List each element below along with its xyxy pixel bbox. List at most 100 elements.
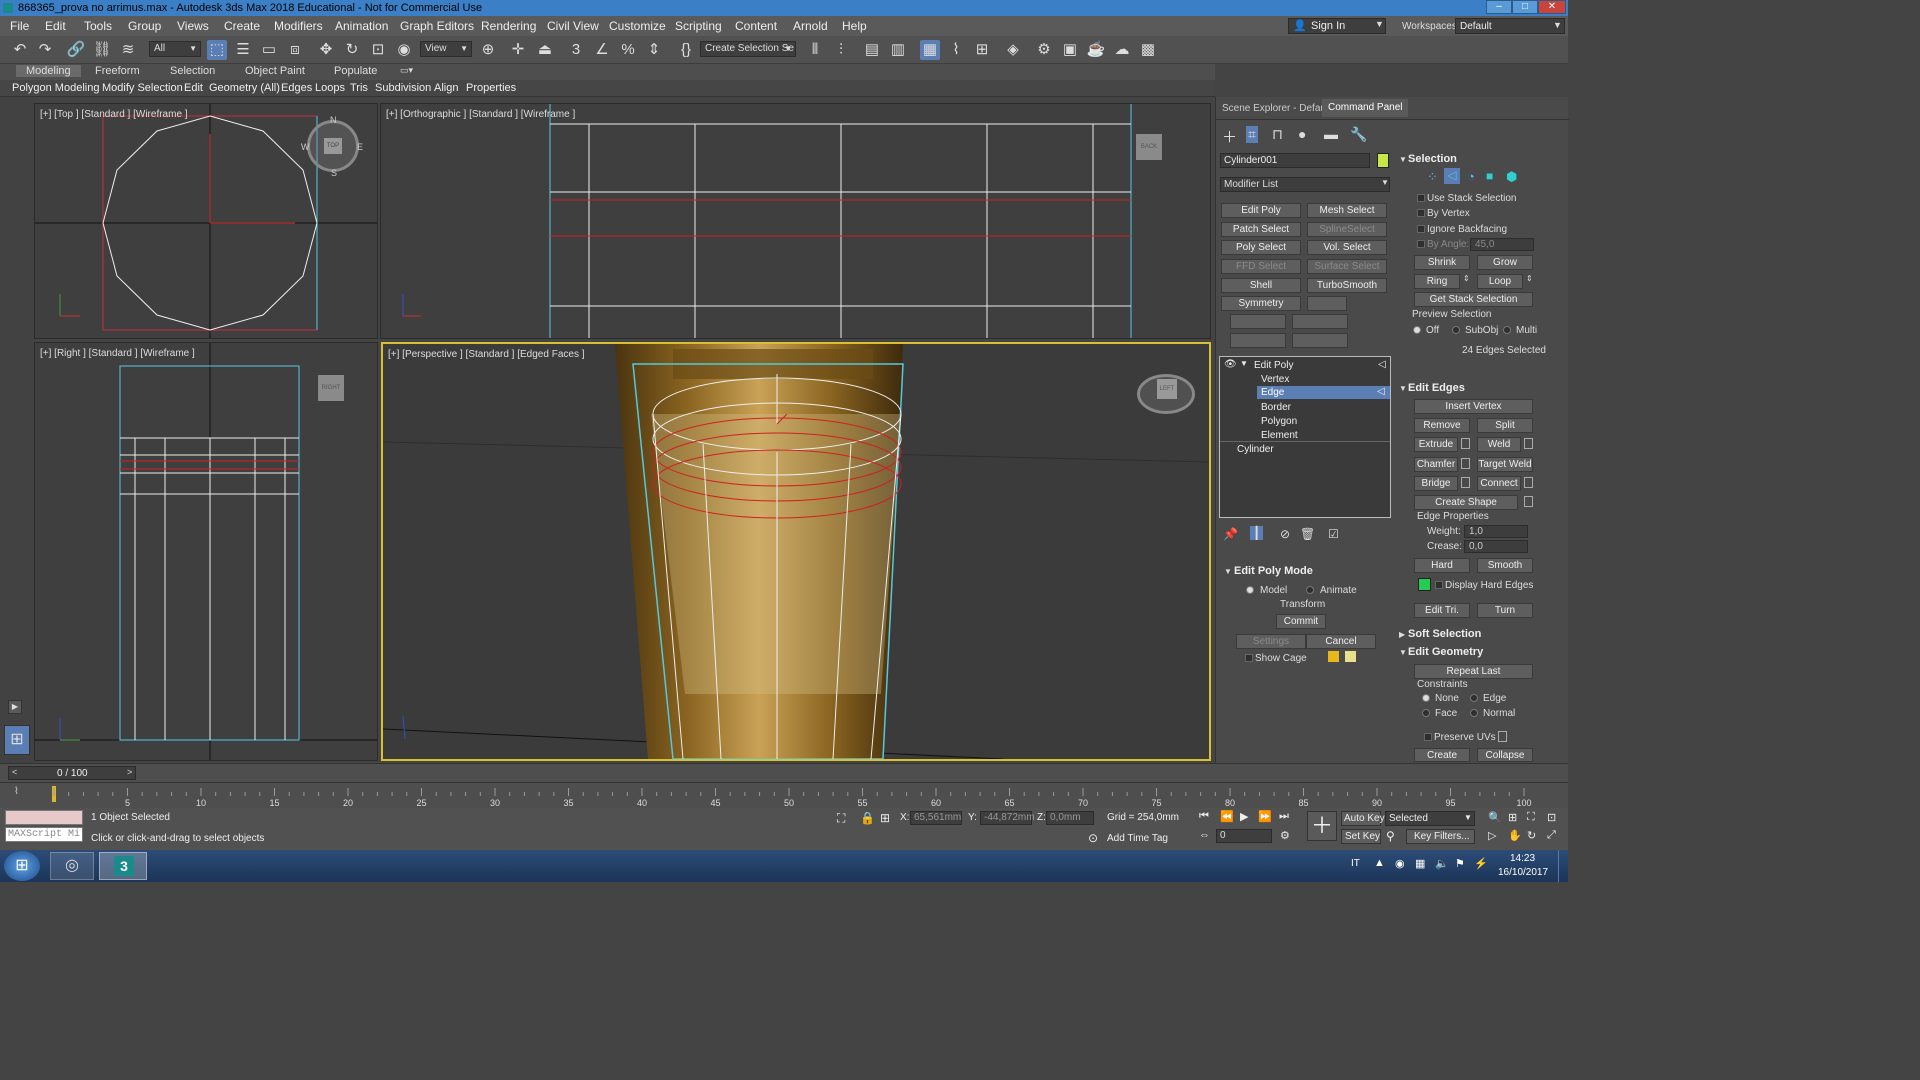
chamfer-button[interactable]: Chamfer: [1414, 457, 1458, 472]
field-of-view-icon[interactable]: ▷: [1488, 829, 1496, 842]
percent-snap-icon[interactable]: %: [618, 40, 638, 60]
edit-geometry-title[interactable]: Edit Geometry: [1408, 646, 1483, 658]
tab-populate[interactable]: Populate: [334, 65, 377, 77]
viewport-orthographic[interactable]: [+] [Orthographic ] [Standard ] [Wirefra…: [380, 103, 1211, 339]
pivot-center-icon[interactable]: ⊕: [478, 40, 498, 60]
turbosmooth-button[interactable]: TurboSmooth: [1307, 278, 1387, 293]
stack-vertex[interactable]: Vertex: [1261, 374, 1289, 385]
chrome-taskbar-icon[interactable]: ◎: [50, 852, 94, 880]
mode-model-radio[interactable]: [1246, 586, 1254, 594]
schematic-view-icon[interactable]: ⊞: [972, 40, 992, 60]
edit-poly-button[interactable]: Edit Poly: [1221, 203, 1301, 218]
create-tab-icon[interactable]: ＋: [1222, 126, 1237, 147]
extrude-button[interactable]: Extrude: [1414, 437, 1458, 452]
viewcube-back-face[interactable]: BACK: [1136, 134, 1162, 160]
cancel-button[interactable]: Cancel: [1306, 634, 1376, 649]
bridge-settings-icon[interactable]: [1461, 477, 1470, 488]
rendered-frame-icon[interactable]: ▣: [1060, 40, 1080, 60]
loop-spinner-icon[interactable]: ⇕: [1526, 274, 1533, 283]
motion-tab-icon[interactable]: ●: [1298, 126, 1306, 142]
edge-mode-icon[interactable]: ◁: [1444, 168, 1460, 184]
select-object-icon[interactable]: ⬚: [207, 40, 227, 60]
scale-icon[interactable]: ⊡: [368, 40, 388, 60]
menu-animation[interactable]: Animation: [335, 19, 388, 33]
tray-flag-icon[interactable]: ⚑: [1455, 857, 1465, 870]
key-mode-icon[interactable]: ⇔: [1199, 829, 1210, 841]
spline-select-button[interactable]: SplineSelect: [1307, 222, 1387, 237]
soft-selection-title[interactable]: Soft Selection: [1408, 628, 1481, 640]
modifier-list-dropdown[interactable]: Modifier List ▼: [1220, 177, 1390, 192]
material-editor-icon[interactable]: ◈: [1003, 40, 1023, 60]
x-coordinate[interactable]: 65,561mm: [910, 811, 962, 825]
chevron-right-icon[interactable]: >: [127, 767, 132, 777]
preserve-uvs-checkbox[interactable]: [1424, 733, 1432, 741]
preserve-uvs-settings-icon[interactable]: [1498, 731, 1507, 742]
create-shape-button[interactable]: Create Shape: [1414, 495, 1518, 510]
zoom-extents-icon[interactable]: ⛶: [1527, 811, 1535, 824]
rect-selection-icon[interactable]: ▭: [259, 40, 279, 60]
constraint-none-radio[interactable]: [1422, 694, 1430, 702]
polygon-mode-icon[interactable]: ■: [1486, 169, 1493, 183]
stack-element[interactable]: Element: [1261, 430, 1298, 441]
link-icon[interactable]: 🔗: [66, 40, 86, 60]
viewcube-top[interactable]: TOP: [307, 120, 359, 172]
empty-modifier-button[interactable]: [1307, 296, 1347, 311]
pan-icon[interactable]: ✋: [1508, 829, 1522, 842]
key-mode-toggle-icon[interactable]: ⚲: [1386, 829, 1395, 843]
stack-edge[interactable]: Edge: [1261, 387, 1284, 398]
preview-subobj-radio[interactable]: [1452, 326, 1460, 334]
edit-named-sets-icon[interactable]: {}: [676, 40, 696, 60]
set-key-button[interactable]: Set Key: [1341, 829, 1381, 844]
redo-icon[interactable]: ↷: [35, 40, 55, 60]
use-stack-checkbox[interactable]: [1417, 194, 1425, 202]
cage-selected-color-swatch[interactable]: [1345, 651, 1356, 662]
align-icon[interactable]: ⫶: [831, 40, 851, 60]
undo-icon[interactable]: ↶: [10, 40, 30, 60]
rollout-expand-icon[interactable]: ▼: [1399, 384, 1407, 393]
window-crossing-icon[interactable]: ⧈: [285, 40, 305, 60]
empty-modifier-button[interactable]: [1230, 333, 1286, 348]
viewport-right-label[interactable]: [+] [Right ] [Standard ] [Wireframe ]: [40, 348, 195, 359]
stack-border[interactable]: Border: [1261, 402, 1291, 413]
ribbon-polygon-modeling[interactable]: Polygon Modeling: [12, 82, 99, 94]
select-manipulate-icon[interactable]: ✛: [508, 40, 528, 60]
place-icon[interactable]: ◉: [394, 40, 414, 60]
remove-modifier-icon[interactable]: 🗑: [1300, 527, 1315, 541]
edit-poly-mode-title[interactable]: Edit Poly Mode: [1234, 565, 1313, 577]
language-indicator[interactable]: IT: [1351, 858, 1360, 869]
menu-civil-view[interactable]: Civil View: [547, 19, 599, 33]
previous-frame-icon[interactable]: ⏪: [1220, 810, 1234, 823]
ribbon-options-icon[interactable]: ▭▾: [400, 65, 413, 76]
chevron-left-icon[interactable]: <: [12, 767, 17, 777]
time-tag-icon[interactable]: ⊙: [1088, 831, 1098, 845]
tray-power-icon[interactable]: ⚡: [1474, 857, 1488, 870]
y-coordinate[interactable]: -44,872mm: [980, 811, 1035, 825]
ribbon-edit[interactable]: Edit: [184, 82, 203, 94]
mesh-select-button[interactable]: Mesh Select: [1307, 203, 1387, 218]
menu-file[interactable]: File: [10, 19, 29, 33]
maximize-viewport-icon[interactable]: ⤢: [1547, 829, 1556, 842]
viewport-perspective[interactable]: [+] [Perspective ] [Standard ] [Edged Fa…: [381, 342, 1211, 761]
scene-explorer-icon[interactable]: ▤: [862, 40, 882, 60]
shrink-button[interactable]: Shrink: [1414, 255, 1470, 270]
show-cage-checkbox[interactable]: [1245, 654, 1253, 662]
viewport-layout-icon[interactable]: ⊞: [4, 725, 30, 755]
configure-sets-icon[interactable]: ☑: [1328, 527, 1339, 541]
constraint-normal-radio[interactable]: [1470, 709, 1478, 717]
ribbon-properties[interactable]: Properties: [466, 82, 516, 94]
next-frame-icon[interactable]: ⏩: [1258, 810, 1272, 823]
chevron-down-icon[interactable]: ▼: [1240, 359, 1248, 368]
display-hard-edges-checkbox[interactable]: [1435, 581, 1443, 589]
key-selected-dropdown[interactable]: Selected ▼: [1385, 811, 1475, 826]
tab-modeling[interactable]: Modeling: [16, 65, 81, 77]
edit-tri-button[interactable]: Edit Tri.: [1414, 603, 1470, 618]
modify-tab-icon[interactable]: ⌗: [1246, 126, 1258, 143]
empty-modifier-button[interactable]: [1292, 333, 1348, 348]
target-weld-button[interactable]: Target Weld: [1477, 457, 1533, 472]
minimize-icon[interactable]: –: [1486, 0, 1512, 14]
empty-modifier-button[interactable]: [1292, 314, 1348, 329]
tray-network-icon[interactable]: ▦: [1415, 857, 1425, 870]
unlink-icon[interactable]: ⛓: [92, 40, 112, 60]
3dsmax-taskbar-icon[interactable]: 3: [99, 852, 147, 880]
play-icon[interactable]: ▶: [1240, 810, 1248, 823]
